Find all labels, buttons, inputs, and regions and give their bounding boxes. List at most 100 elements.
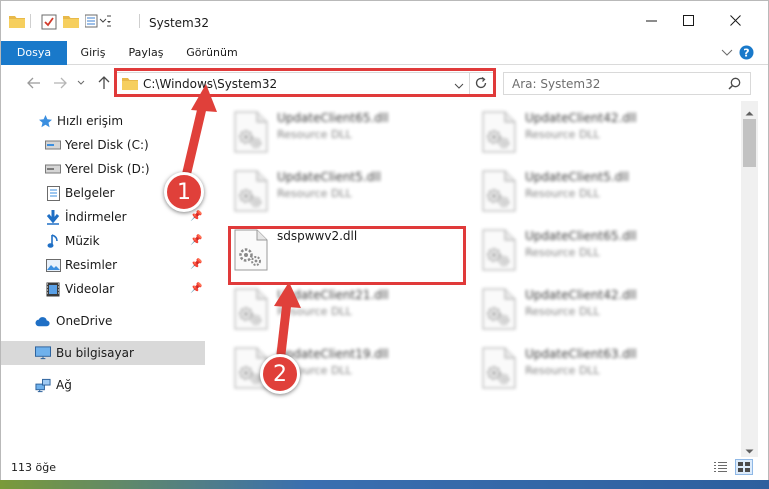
tab-file[interactable]: Dosya [1, 41, 67, 65]
file-item[interactable]: UpdateClient21.dll Resource DLL [223, 282, 463, 334]
arrow-left-icon [27, 77, 40, 89]
sidebar-item-onedrive[interactable]: OneDrive [1, 309, 205, 333]
vertical-scrollbar[interactable] [741, 101, 758, 457]
file-type: Resource DLL [525, 305, 600, 318]
desktop-background [0, 480, 769, 489]
file-item[interactable]: UpdateClient63.dll Resource DLL [471, 341, 711, 393]
file-name: UpdateClient65.dll [525, 229, 637, 243]
scroll-up-icon[interactable] [745, 105, 754, 119]
recent-locations-button[interactable] [75, 74, 87, 92]
highlight-file-box [228, 226, 466, 285]
ribbon-tabs: Dosya Giriş Paylaş Görünüm ? [1, 41, 768, 65]
file-item[interactable]: UpdateClient42.dll Resource DLL [471, 282, 711, 334]
scroll-thumb[interactable] [743, 119, 756, 167]
navigation-pane: Hızlı erişim Yerel Disk (C:) Yerel Disk … [1, 105, 205, 457]
maximize-icon [683, 15, 694, 26]
up-button[interactable] [95, 74, 113, 92]
dll-file-icon [481, 288, 517, 330]
folder-icon [9, 14, 25, 30]
file-type: Resource DLL [277, 187, 352, 200]
file-type: Resource DLL [277, 128, 352, 141]
file-name: UpdateClient5.dll [525, 170, 629, 184]
sidebar-item-label: Yerel Disk (C:) [65, 138, 149, 152]
help-icon[interactable]: ? [739, 45, 754, 63]
sidebar-item-videos[interactable]: Videolar 📌 [1, 277, 205, 301]
dll-file-icon [481, 347, 517, 389]
pin-icon[interactable]: 📌 [190, 259, 202, 270]
tab-share[interactable]: Paylaş [121, 41, 171, 65]
sidebar-item-quick-access[interactable]: Hızlı erişim [1, 109, 205, 133]
dll-file-icon [233, 111, 269, 153]
file-item[interactable]: UpdateClient42.dll Resource DLL [471, 105, 711, 157]
highlight-address-box [114, 68, 496, 97]
sidebar-item-network[interactable]: Ağ [1, 373, 205, 397]
close-icon [730, 15, 741, 26]
search-box[interactable] [503, 72, 751, 95]
file-type: Resource DLL [277, 305, 352, 318]
sidebar-item-label: Hızlı erişim [57, 114, 124, 128]
tab-view[interactable]: Görünüm [181, 41, 243, 65]
back-button[interactable] [25, 74, 43, 92]
pin-icon[interactable]: 📌 [190, 211, 202, 222]
chevron-down-icon [77, 80, 85, 85]
sidebar-item-label: İndirmeler [65, 210, 127, 224]
sidebar-item-local-disk-c[interactable]: Yerel Disk (C:) [1, 133, 205, 157]
sidebar-item-label: OneDrive [56, 314, 113, 328]
window-title: System32 [149, 16, 210, 30]
close-button[interactable] [713, 1, 759, 41]
large-icons-view-button[interactable] [735, 459, 753, 475]
status-bar: 113 öğe [1, 457, 768, 481]
sidebar-item-label: Belgeler [65, 186, 115, 200]
customize-toolbar-icon[interactable] [84, 14, 111, 30]
title-divider [139, 14, 140, 28]
music-icon [45, 233, 61, 249]
search-input[interactable] [504, 73, 724, 94]
sidebar-item-label: Yerel Disk (D:) [65, 162, 150, 176]
search-icon[interactable] [728, 77, 741, 93]
document-icon [45, 185, 61, 201]
maximize-button[interactable] [666, 1, 712, 41]
qa-divider [30, 14, 31, 28]
step-badge-2: 2 [260, 354, 300, 394]
item-count: 113 öğe [11, 461, 56, 474]
tab-home[interactable]: Giriş [71, 41, 115, 65]
file-name: UpdateClient42.dll [525, 288, 637, 302]
dll-file-icon [233, 170, 269, 212]
pictures-icon [45, 257, 61, 273]
forward-button[interactable] [51, 74, 69, 92]
pin-icon[interactable]: 📌 [190, 235, 202, 246]
step-badge-1: 1 [164, 172, 204, 212]
title-bar: System32 [1, 1, 768, 41]
sidebar-item-music[interactable]: Müzik 📌 [1, 229, 205, 253]
sidebar-item-label: Müzik [65, 234, 100, 248]
pin-icon[interactable]: 📌 [190, 283, 202, 294]
details-view-icon[interactable] [713, 461, 728, 476]
file-name: UpdateClient5.dll [277, 170, 381, 184]
dll-file-icon [481, 170, 517, 212]
file-item[interactable]: UpdateClient5.dll Resource DLL [471, 164, 711, 216]
sidebar-item-label: Resimler [65, 258, 118, 272]
file-type: Resource DLL [525, 187, 600, 200]
chevron-down-icon[interactable] [721, 46, 733, 61]
new-folder-icon[interactable] [63, 14, 79, 30]
dll-file-icon [481, 111, 517, 153]
properties-icon[interactable] [41, 14, 57, 30]
video-icon [45, 281, 61, 297]
cloud-icon [35, 313, 51, 329]
sidebar-item-label: Bu bilgisayar [56, 346, 134, 360]
file-item[interactable]: UpdateClient65.dll Resource DLL [223, 105, 463, 157]
computer-icon [35, 345, 51, 361]
sidebar-item-label: Ağ [56, 378, 72, 392]
file-name: UpdateClient65.dll [277, 111, 389, 125]
file-name: UpdateClient42.dll [525, 111, 637, 125]
file-type: Resource DLL [525, 246, 600, 259]
scroll-down-icon[interactable] [745, 444, 754, 458]
file-item[interactable]: UpdateClient5.dll Resource DLL [223, 164, 463, 216]
dll-file-icon [233, 288, 269, 330]
sidebar-item-pictures[interactable]: Resimler 📌 [1, 253, 205, 277]
sidebar-item-this-pc[interactable]: Bu bilgisayar [1, 341, 205, 365]
file-item[interactable]: UpdateClient19.dll Resource DLL [223, 341, 463, 393]
network-icon [35, 377, 51, 393]
minimize-icon [646, 20, 657, 22]
file-item[interactable]: UpdateClient65.dll Resource DLL [471, 223, 711, 275]
